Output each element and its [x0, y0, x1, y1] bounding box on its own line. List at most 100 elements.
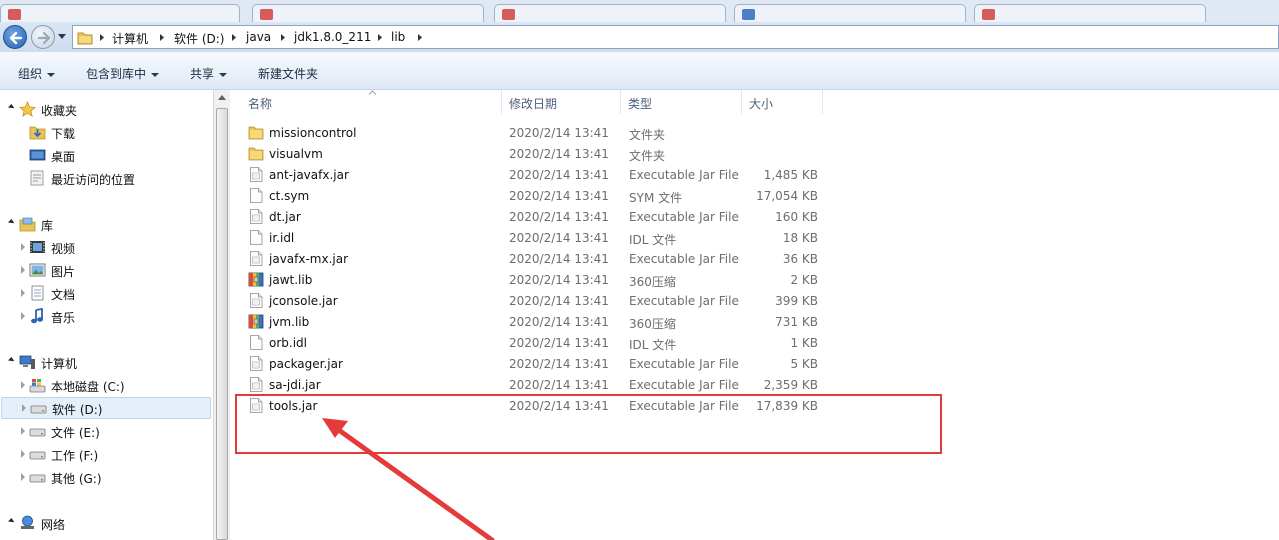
- forward-button[interactable]: [31, 25, 55, 49]
- expand-open-icon[interactable]: [7, 356, 16, 365]
- file-name: dt.jar: [269, 210, 301, 224]
- nav-computer[interactable]: 计算机: [0, 351, 210, 373]
- breadcrumb-separator-icon[interactable]: [231, 33, 237, 42]
- nav-item-drive-d[interactable]: 软件 (D:): [1, 397, 211, 419]
- browser-tab[interactable]: [494, 4, 726, 22]
- column-divider[interactable]: [741, 90, 742, 114]
- nav-item-recent-places[interactable]: 最近访问的位置: [0, 167, 210, 189]
- file-row[interactable]: javafx-mx.jar 2020/2/14 13:41 Executable J…: [244, 248, 824, 269]
- scrollbar-thumb[interactable]: [216, 108, 228, 540]
- column-divider[interactable]: [501, 90, 502, 114]
- back-button[interactable]: [3, 25, 27, 49]
- address-path-box[interactable]: 计算机 软件 (D:) java jdk1.8.0_211 lib: [72, 25, 1279, 49]
- nav-libraries[interactable]: 库: [0, 213, 210, 235]
- file-size: 18 KB: [782, 231, 818, 245]
- breadcrumb-separator-icon[interactable]: [99, 33, 105, 42]
- file-modified-date: 2020/2/14 13:41: [509, 336, 609, 350]
- nav-item-drive-f[interactable]: 工作 (F:): [0, 443, 210, 465]
- expand-closed-icon[interactable]: [21, 450, 25, 458]
- new-folder-button[interactable]: 新建文件夹: [258, 65, 318, 82]
- navigation-scrollbar[interactable]: [213, 90, 230, 540]
- nav-item-drive-e[interactable]: 文件 (E:): [0, 420, 210, 442]
- expand-closed-icon[interactable]: [21, 381, 25, 389]
- file-row[interactable]: dt.jar 2020/2/14 13:41 Executable Jar File…: [244, 206, 824, 227]
- file-modified-date: 2020/2/14 13:41: [509, 231, 609, 245]
- browser-tab[interactable]: [734, 4, 966, 22]
- drive-icon: [29, 428, 46, 437]
- column-header-type[interactable]: 类型: [628, 95, 652, 112]
- breadcrumb-jdk[interactable]: jdk1.8.0_211: [294, 30, 371, 44]
- file-row[interactable]: ant-javafx.jar 2020/2/14 13:41 Executable …: [244, 164, 824, 185]
- expand-closed-icon[interactable]: [21, 473, 25, 481]
- column-header-name[interactable]: 名称: [248, 95, 272, 112]
- nav-item-drive-c[interactable]: 本地磁盘 (C:): [0, 374, 210, 396]
- recent-places-icon: [30, 170, 44, 186]
- file-row[interactable]: jawt.lib 2020/2/14 13:41 360压缩 2 KB: [244, 269, 824, 290]
- page-favicon-icon: [502, 9, 515, 20]
- breadcrumb-java[interactable]: java: [246, 30, 271, 44]
- file-name: sa-jdi.jar: [269, 378, 321, 392]
- breadcrumb-separator-icon[interactable]: [377, 33, 383, 42]
- browser-tab[interactable]: [974, 4, 1206, 22]
- breadcrumb-separator-icon[interactable]: [159, 33, 165, 42]
- arrow-right-icon: [37, 31, 51, 45]
- breadcrumb-separator-icon[interactable]: [280, 33, 286, 42]
- nav-favorites[interactable]: 收藏夹: [0, 98, 210, 120]
- expand-closed-icon[interactable]: [21, 289, 25, 297]
- file-modified-date: 2020/2/14 13:41: [509, 126, 609, 140]
- expand-open-icon[interactable]: [7, 103, 16, 112]
- nav-item-drive-g[interactable]: 其他 (G:): [0, 466, 210, 488]
- file-row[interactable]: visualvm 2020/2/14 13:41 文件夹: [244, 143, 824, 164]
- expand-closed-icon[interactable]: [22, 404, 26, 412]
- file-size: 1,485 KB: [763, 168, 818, 182]
- share-menu[interactable]: 共享: [190, 65, 228, 82]
- nav-item-desktop[interactable]: 桌面: [0, 144, 210, 166]
- file-modified-date: 2020/2/14 13:41: [509, 273, 609, 287]
- browser-tab[interactable]: [252, 4, 484, 22]
- file-name: missioncontrol: [269, 126, 357, 140]
- file-row[interactable]: jconsole.jar 2020/2/14 13:41 Executable Ja…: [244, 290, 824, 311]
- file-row[interactable]: sa-jdi.jar 2020/2/14 13:41 Executable Jar …: [244, 374, 824, 395]
- organize-menu[interactable]: 组织: [18, 65, 56, 82]
- nav-item-pictures[interactable]: 图片: [0, 259, 210, 281]
- scroll-up-arrow-icon[interactable]: [218, 95, 226, 100]
- file-modified-date: 2020/2/14 13:41: [509, 378, 609, 392]
- recent-pages-dropdown-icon[interactable]: [57, 33, 67, 41]
- file-row[interactable]: orb.idl 2020/2/14 13:41 IDL 文件 1 KB: [244, 332, 824, 353]
- expand-closed-icon[interactable]: [21, 266, 25, 274]
- nav-item-documents[interactable]: 文档: [0, 282, 210, 304]
- nav-item-downloads[interactable]: 下载: [0, 121, 210, 143]
- nav-network[interactable]: 网络: [0, 512, 210, 534]
- file-row[interactable]: jvm.lib 2020/2/14 13:41 360压缩 731 KB: [244, 311, 824, 332]
- breadcrumb-lib[interactable]: lib: [391, 30, 405, 44]
- file-row[interactable]: packager.jar 2020/2/14 13:41 Executable Ja…: [244, 353, 824, 374]
- breadcrumb-separator-icon[interactable]: [417, 33, 423, 42]
- file-modified-date: 2020/2/14 13:41: [509, 147, 609, 161]
- file-name: visualvm: [269, 147, 323, 161]
- column-divider[interactable]: [822, 90, 823, 114]
- browser-tab-strip: [0, 0, 1279, 22]
- expand-open-icon[interactable]: [7, 218, 16, 227]
- file-size: 2 KB: [790, 273, 818, 287]
- expand-closed-icon[interactable]: [21, 427, 25, 435]
- file-row[interactable]: missioncontrol 2020/2/14 13:41 文件夹: [244, 122, 824, 143]
- column-header-date[interactable]: 修改日期: [509, 95, 557, 112]
- nav-item-videos[interactable]: 视频: [0, 236, 210, 258]
- browser-tab[interactable]: [0, 4, 240, 22]
- archive-icon: [248, 314, 264, 332]
- include-in-library-menu[interactable]: 包含到库中: [86, 65, 160, 82]
- file-row[interactable]: ct.sym 2020/2/14 13:41 SYM 文件 17,054 KB: [244, 185, 824, 206]
- expand-closed-icon[interactable]: [21, 243, 25, 251]
- expand-closed-icon[interactable]: [21, 312, 25, 320]
- nav-item-label: 最近访问的位置: [51, 173, 136, 187]
- file-row[interactable]: ir.idl 2020/2/14 13:41 IDL 文件 18 KB: [244, 227, 824, 248]
- expand-open-icon[interactable]: [7, 517, 16, 526]
- column-divider[interactable]: [620, 90, 621, 114]
- breadcrumb-computer[interactable]: 计算机: [112, 30, 148, 47]
- arrow-left-icon: [9, 31, 23, 45]
- nav-item-music[interactable]: 音乐: [0, 305, 210, 327]
- nav-item-label: 文档: [51, 288, 76, 302]
- jar-file-icon: [248, 251, 264, 269]
- column-header-size[interactable]: 大小: [749, 95, 773, 112]
- breadcrumb-drive-d[interactable]: 软件 (D:): [174, 30, 224, 47]
